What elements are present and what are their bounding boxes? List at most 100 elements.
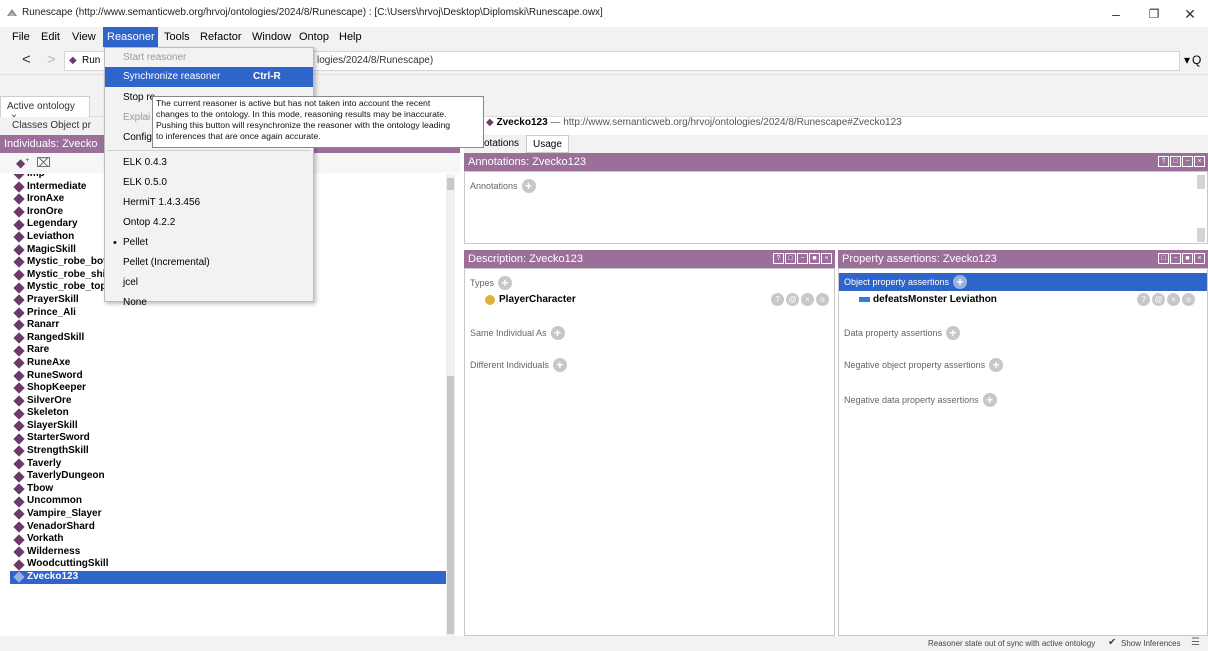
- edit-icon[interactable]: o: [816, 293, 829, 306]
- reasoner-menu-item[interactable]: jcel: [105, 273, 313, 293]
- add-negative-data-property-icon[interactable]: +: [982, 393, 997, 407]
- individuals-scroll-thumb[interactable]: [447, 376, 454, 634]
- reasoner-menu-item[interactable]: Synchronize reasoner Ctrl-R: [105, 67, 313, 87]
- delete-icon[interactable]: ×: [801, 293, 814, 306]
- individual-list-item[interactable]: StarterSword: [10, 432, 446, 445]
- individual-list-item[interactable]: RuneSword: [10, 370, 446, 383]
- help-icon[interactable]: ?: [1158, 156, 1169, 167]
- add-annotation-icon[interactable]: +: [521, 179, 536, 193]
- menu-edit[interactable]: Edit: [37, 27, 64, 47]
- add-same-individual-icon[interactable]: +: [550, 326, 565, 340]
- reasoner-menu-item[interactable]: ELK 0.4.3: [105, 153, 313, 173]
- explain-icon[interactable]: ?: [771, 293, 784, 306]
- individual-list-item[interactable]: RuneAxe: [10, 357, 446, 370]
- object-property-assertion-row[interactable]: defeatsMonster Leviathon: [859, 294, 997, 305]
- data-property-label-text: Data property assertions: [844, 328, 943, 338]
- menu-file[interactable]: File: [8, 27, 34, 47]
- individual-list-item[interactable]: RangedSkill: [10, 332, 446, 345]
- close-panel-icon[interactable]: ×: [1194, 156, 1205, 167]
- description-panel: Types + PlayerCharacter ? @ × o Same Individ…: [464, 268, 835, 636]
- negative-object-property-text: Negative object property assertions: [844, 360, 986, 370]
- menu-ontop[interactable]: Ontop: [295, 27, 333, 47]
- individual-list-item[interactable]: SilverOre: [10, 395, 446, 408]
- window-icon[interactable]: □: [785, 253, 796, 264]
- menu-window[interactable]: Window: [248, 27, 295, 47]
- individual-list-item[interactable]: StrengthSkill: [10, 445, 446, 458]
- window-icon[interactable]: □: [1170, 156, 1181, 167]
- close-panel-icon[interactable]: ×: [1194, 253, 1205, 264]
- individual-list-item[interactable]: Tbow: [10, 483, 446, 496]
- menu-reasoner[interactable]: Reasoner: [103, 27, 158, 47]
- individual-list-item[interactable]: TaverlyDungeon: [10, 470, 446, 483]
- reasoner-menu-item[interactable]: Pellet (Incremental): [105, 253, 313, 273]
- add-different-individual-icon[interactable]: +: [552, 358, 567, 372]
- type-row-buttons: ? @ × o: [769, 293, 829, 306]
- reasoner-menu-item[interactable]: Ontop 4.2.2: [105, 213, 313, 233]
- help-icon[interactable]: ?: [773, 253, 784, 264]
- minimize-panel-icon[interactable]: −: [1182, 156, 1193, 167]
- close-panel-icon[interactable]: ×: [821, 253, 832, 264]
- back-button[interactable]: <: [22, 51, 31, 68]
- tab-annotations[interactable]: otations: [484, 138, 519, 149]
- annotate-icon[interactable]: @: [1152, 293, 1165, 306]
- add-object-property-icon[interactable]: +: [953, 275, 968, 289]
- menu-help[interactable]: Help: [335, 27, 366, 47]
- tab-usage[interactable]: Usage: [526, 135, 569, 153]
- tab-active-ontology[interactable]: Active ontology ×: [0, 96, 90, 123]
- annotations-scroll-bottom[interactable]: [1197, 228, 1205, 242]
- reasoner-menu-item[interactable]: HermiT 1.4.3.456: [105, 193, 313, 213]
- individual-list-item[interactable]: VenadorShard: [10, 521, 446, 534]
- delete-icon[interactable]: ×: [1167, 293, 1180, 306]
- close-window-button[interactable]: ✕: [1175, 4, 1205, 24]
- individual-list-item[interactable]: Uncommon: [10, 495, 446, 508]
- add-individual-icon[interactable]: ◆+: [16, 156, 29, 170]
- individual-list-item[interactable]: WoodcuttingSkill: [10, 558, 446, 571]
- add-data-property-icon[interactable]: +: [946, 326, 961, 340]
- individual-list-item[interactable]: Taverly: [10, 458, 446, 471]
- individual-list-item[interactable]: Vorkath: [10, 533, 446, 546]
- menu-tools[interactable]: Tools: [160, 27, 194, 47]
- individual-list-item[interactable]: Vampire_Slayer: [10, 508, 446, 521]
- menu-refactor[interactable]: Refactor: [196, 27, 246, 47]
- search-icon[interactable]: Q: [1192, 53, 1201, 67]
- minimize-button[interactable]: –: [1101, 4, 1131, 24]
- status-log-icon[interactable]: ☰: [1191, 637, 1200, 648]
- individual-list-item[interactable]: Zvecko123: [10, 571, 446, 584]
- reasoner-menu-item[interactable]: None: [105, 293, 313, 313]
- individual-name: RuneAxe: [27, 356, 71, 368]
- type-assertion-row[interactable]: PlayerCharacter: [485, 294, 576, 305]
- reasoner-menu-item[interactable]: ELK 0.5.0: [105, 173, 313, 193]
- minimize-panel-icon[interactable]: −: [1170, 253, 1181, 264]
- individual-icon: [13, 181, 25, 193]
- menu-bar: File Edit View Reasoner Tools Refactor W…: [0, 27, 1208, 47]
- window-icon[interactable]: □: [1158, 253, 1169, 264]
- add-type-icon[interactable]: +: [498, 276, 513, 290]
- address-dropdown-icon[interactable]: ▾: [1184, 53, 1190, 67]
- individual-name: Skeleton: [27, 407, 69, 419]
- explain-icon[interactable]: ?: [1137, 293, 1150, 306]
- individual-icon: [13, 244, 25, 256]
- individual-list-item[interactable]: ShopKeeper: [10, 382, 446, 395]
- ontology-short-name: Run: [82, 55, 101, 66]
- annotations-scroll-thumb[interactable]: [1197, 175, 1205, 189]
- reasoner-menu-item[interactable]: Start reasoner: [105, 48, 313, 68]
- individual-list-item[interactable]: Skeleton: [10, 407, 446, 420]
- individuals-scroll-arrow[interactable]: [447, 178, 454, 190]
- reasoner-menu-item[interactable]: • Pellet: [105, 233, 313, 253]
- add-negative-object-property-icon[interactable]: +: [989, 358, 1004, 372]
- maximize-panel-icon[interactable]: ■: [809, 253, 820, 264]
- annotate-icon[interactable]: @: [786, 293, 799, 306]
- show-inferences-checkbox[interactable]: ✔: [1108, 637, 1116, 648]
- forward-button[interactable]: >: [47, 51, 56, 68]
- object-property-section-header[interactable]: Object property assertions +: [839, 273, 1207, 291]
- maximize-button[interactable]: ❐: [1139, 4, 1169, 24]
- individual-list-item[interactable]: Rare: [10, 344, 446, 357]
- menu-view[interactable]: View: [68, 27, 100, 47]
- maximize-panel-icon[interactable]: ■: [1182, 253, 1193, 264]
- minimize-panel-icon[interactable]: −: [797, 253, 808, 264]
- individual-list-item[interactable]: SlayerSkill: [10, 420, 446, 433]
- individual-list-item[interactable]: Wilderness: [10, 546, 446, 559]
- edit-icon[interactable]: o: [1182, 293, 1195, 306]
- delete-individual-icon[interactable]: ⌧: [36, 155, 51, 171]
- individual-list-item[interactable]: Ranarr: [10, 319, 446, 332]
